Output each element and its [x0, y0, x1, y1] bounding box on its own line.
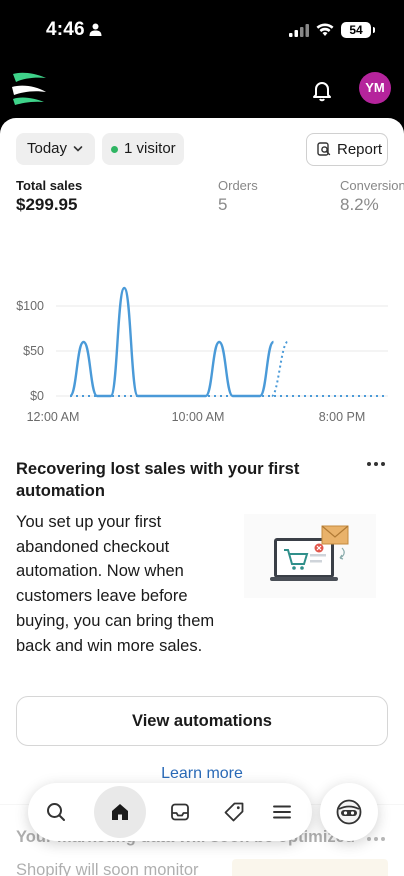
report-button[interactable]: Report	[306, 133, 388, 166]
metric-label: Conversion	[340, 178, 404, 193]
automation-promo-card: Recovering lost sales with your first au…	[16, 458, 388, 655]
visitors-label: 1 visitor	[124, 140, 176, 157]
cellular-signal-icon	[289, 24, 309, 37]
wifi-icon	[316, 23, 334, 36]
live-visitors-chip[interactable]: 1 visitor	[102, 133, 184, 165]
x-tick-label: 12:00 AM	[27, 410, 80, 424]
home-icon	[112, 804, 128, 820]
nav-menu[interactable]	[260, 783, 304, 841]
metric-total-sales[interactable]: Total sales $299.95	[16, 178, 82, 215]
report-label: Report	[337, 141, 383, 158]
metric-orders[interactable]: Orders 5	[218, 178, 258, 215]
status-bar: 4:46 54	[0, 0, 404, 58]
view-automations-button[interactable]: View automations	[16, 696, 388, 746]
metric-label: Total sales	[16, 178, 83, 193]
home-content: Today 1 visitor Report Total sales $299.…	[0, 118, 404, 876]
battery-indicator: 54	[341, 22, 375, 38]
store-logo-icon[interactable]	[10, 70, 48, 106]
nav-search[interactable]	[34, 783, 78, 841]
bell-icon[interactable]	[310, 78, 334, 102]
next-card-image	[232, 859, 388, 876]
report-icon	[317, 142, 331, 156]
sales-projection-line	[270, 341, 289, 397]
metric-label: Orders	[218, 178, 258, 193]
x-tick-label: 10:00 AM	[172, 410, 225, 424]
live-dot-icon	[111, 146, 118, 153]
abandoned-cart-illustration	[244, 514, 376, 598]
sales-series-line	[68, 286, 275, 398]
metric-value: 8.2%	[340, 195, 379, 214]
nav-products[interactable]	[212, 783, 256, 841]
date-range-dropdown[interactable]: Today	[16, 133, 95, 165]
metric-value: 5	[218, 195, 228, 214]
sales-chart[interactable]: $100 $50 $0 12:00 AM 10:00 AM 8:00 PM	[0, 268, 404, 428]
app-header: YM	[0, 58, 404, 120]
y-tick-label: $0	[30, 389, 44, 403]
more-options-icon[interactable]	[366, 833, 386, 845]
date-range-label: Today	[27, 140, 68, 157]
nav-orders[interactable]	[158, 783, 202, 841]
promo-title: Recovering lost sales with your first au…	[16, 460, 300, 500]
sidekick-icon	[336, 799, 362, 825]
y-tick-label: $100	[16, 299, 44, 313]
next-card-body: Shopify will soon monitor	[16, 861, 199, 876]
person-icon	[89, 23, 102, 36]
metric-value: $299.95	[16, 195, 78, 214]
nav-home[interactable]	[98, 783, 142, 841]
x-tick-label: 8:00 PM	[319, 410, 366, 424]
metrics-row: Total sales $299.95 Orders 5 Conversion …	[0, 178, 404, 220]
sidekick-button[interactable]	[320, 783, 378, 841]
metric-conversion[interactable]: Conversion 8.2%	[340, 178, 404, 215]
status-time: 4:46	[46, 19, 85, 40]
search-icon	[47, 803, 65, 821]
y-tick-label: $50	[23, 344, 44, 358]
learn-more-link[interactable]: Learn more	[0, 765, 404, 783]
menu-icon	[273, 805, 291, 819]
products-tag-icon	[224, 802, 244, 822]
bottom-nav	[28, 783, 312, 841]
more-options-icon[interactable]	[366, 458, 386, 470]
chevron-down-icon	[73, 146, 83, 152]
avatar[interactable]: YM	[359, 72, 391, 104]
promo-body: You set up your first abandoned checkout…	[16, 513, 215, 655]
orders-icon	[171, 803, 189, 821]
